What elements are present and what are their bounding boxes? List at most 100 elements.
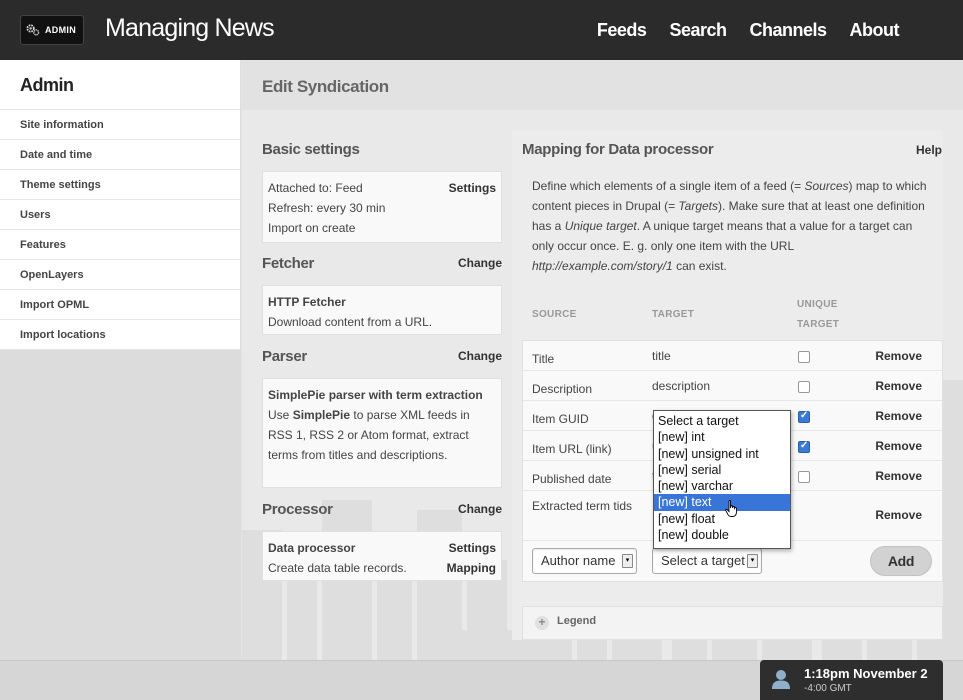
nav-feeds[interactable]: Feeds bbox=[597, 20, 647, 41]
processor-change-link[interactable]: Change bbox=[458, 502, 502, 516]
processor-heading-text: Processor bbox=[262, 501, 333, 518]
sidebar-item-date-and-time[interactable]: Date and time bbox=[0, 140, 240, 170]
chevron-down-icon: ▾ bbox=[747, 554, 758, 568]
sidebar-item-features[interactable]: Features bbox=[0, 230, 240, 260]
parser-desc: Use SimplePie to parse XML feeds in RSS … bbox=[268, 405, 496, 465]
fetcher-heading: Fetcher Change bbox=[262, 255, 502, 272]
processor-mapping-link[interactable]: Mapping bbox=[447, 558, 496, 578]
table-row: Title title Remove bbox=[523, 341, 942, 371]
parser-use-text: Use bbox=[268, 408, 290, 422]
column-unique-2: TARGET bbox=[797, 319, 840, 330]
user-icon bbox=[772, 670, 790, 689]
logo-text: ADMIN bbox=[45, 25, 76, 35]
sidebar-title: Admin bbox=[0, 60, 240, 110]
expand-plus-icon[interactable]: + bbox=[535, 616, 549, 630]
processor-heading: Processor Change bbox=[262, 501, 502, 518]
nav-channels[interactable]: Channels bbox=[749, 20, 827, 41]
table-row: Description description Remove bbox=[523, 371, 942, 401]
basic-settings-heading: Basic settings bbox=[262, 141, 360, 158]
column-unique-1: UNIQUE bbox=[797, 299, 838, 310]
page-title: Edit Syndication bbox=[262, 77, 389, 96]
parser-heading-text: Parser bbox=[262, 348, 307, 365]
fetcher-panel: HTTP Fetcher Download content from a URL… bbox=[262, 285, 502, 335]
parser-name: SimplePie parser with term extraction bbox=[268, 388, 483, 402]
legend-panel[interactable]: + Legend bbox=[522, 606, 943, 640]
mapping-description: Define which elements of a single item o… bbox=[532, 179, 927, 273]
dropdown-option[interactable]: [new] double bbox=[654, 527, 790, 543]
row-source: Item GUID bbox=[532, 412, 589, 426]
add-source-select[interactable]: Author name ▾ bbox=[532, 548, 637, 574]
chevron-down-icon: ▾ bbox=[622, 554, 633, 568]
hand-cursor-icon bbox=[725, 500, 737, 517]
row-target: description bbox=[652, 379, 711, 393]
sidebar-item-openlayers[interactable]: OpenLayers bbox=[0, 260, 240, 290]
fetcher-name: HTTP Fetcher bbox=[268, 295, 346, 309]
unique-checkbox[interactable] bbox=[798, 410, 810, 423]
add-target-value: Select a target bbox=[661, 553, 745, 568]
dropdown-option[interactable]: Select a target bbox=[654, 413, 790, 429]
nav-about[interactable]: About bbox=[850, 20, 900, 41]
sidebar-item-import-locations[interactable]: Import locations bbox=[0, 320, 240, 350]
processor-panel: Data processor Settings Create data tabl… bbox=[262, 531, 502, 581]
processor-name: Data processor bbox=[268, 541, 356, 555]
add-source-value: Author name bbox=[541, 553, 616, 568]
dropdown-option[interactable]: [new] varchar bbox=[654, 478, 790, 494]
fetcher-heading-text: Fetcher bbox=[262, 255, 315, 272]
legend-toggle[interactable]: Legend bbox=[557, 615, 596, 627]
processor-settings-link[interactable]: Settings bbox=[449, 538, 496, 558]
unique-checkbox[interactable] bbox=[798, 440, 810, 453]
mapping-heading: Mapping for Data processor bbox=[522, 141, 714, 158]
row-source: Published date bbox=[532, 472, 612, 486]
admin-logo[interactable]: ADMIN bbox=[20, 15, 84, 45]
parser-panel: SimplePie parser with term extraction Us… bbox=[262, 378, 502, 488]
sidebar-item-users[interactable]: Users bbox=[0, 200, 240, 230]
dropdown-option[interactable]: [new] float bbox=[654, 511, 790, 527]
remove-button[interactable]: Remove bbox=[875, 379, 922, 393]
dropdown-option[interactable]: [new] unsigned int bbox=[654, 446, 790, 462]
remove-button[interactable]: Remove bbox=[875, 439, 922, 453]
admin-sidebar: Admin Site information Date and time The… bbox=[0, 60, 241, 350]
parser-change-link[interactable]: Change bbox=[458, 349, 502, 363]
dropdown-option[interactable]: [new] serial bbox=[654, 462, 790, 478]
clock-timezone: -4:00 GMT bbox=[804, 683, 852, 694]
sidebar-item-theme-settings[interactable]: Theme settings bbox=[0, 170, 240, 200]
remove-button[interactable]: Remove bbox=[875, 508, 922, 522]
unique-checkbox[interactable] bbox=[798, 471, 810, 483]
row-source: Title bbox=[532, 352, 555, 366]
row-source: Description bbox=[532, 382, 593, 396]
main-nav: Feeds Search Channels About bbox=[574, 20, 900, 41]
dropdown-option-highlighted[interactable]: [new] text bbox=[654, 494, 790, 511]
basic-settings-panel: Attached to: Feed Settings Refresh: ever… bbox=[262, 171, 502, 243]
row-source: Item URL (link) bbox=[532, 442, 612, 456]
parser-heading: Parser Change bbox=[262, 348, 502, 365]
basic-settings-link[interactable]: Settings bbox=[449, 178, 496, 198]
gears-icon bbox=[26, 24, 40, 36]
refresh-interval: Refresh: every 30 min bbox=[268, 201, 386, 215]
column-target: TARGET bbox=[652, 309, 695, 320]
row-source: Extracted term tids bbox=[532, 499, 633, 513]
simplepie-link[interactable]: SimplePie bbox=[293, 408, 350, 422]
target-dropdown-list: Select a target [new] int [new] unsigned… bbox=[653, 410, 791, 549]
import-on-create: Import on create bbox=[268, 221, 356, 235]
site-name[interactable]: Managing News bbox=[105, 14, 275, 43]
add-target-select[interactable]: Select a target ▾ bbox=[652, 548, 762, 574]
row-target: title bbox=[652, 349, 671, 363]
add-button[interactable]: Add bbox=[870, 546, 932, 576]
column-source: SOURCE bbox=[532, 309, 577, 320]
fetcher-desc: Download content from a URL. bbox=[268, 315, 433, 329]
unique-checkbox[interactable] bbox=[798, 381, 810, 393]
clock-time: 1:18pm November 2 bbox=[804, 666, 928, 681]
sidebar-item-site-information[interactable]: Site information bbox=[0, 110, 240, 140]
remove-button[interactable]: Remove bbox=[875, 409, 922, 423]
help-link[interactable]: Help bbox=[916, 143, 942, 157]
sidebar-background bbox=[0, 350, 241, 660]
header-bar: ADMIN Managing News Feeds Search Channel… bbox=[0, 0, 963, 60]
unique-checkbox[interactable] bbox=[798, 351, 810, 363]
dropdown-option[interactable]: [new] int bbox=[654, 429, 790, 445]
nav-search[interactable]: Search bbox=[669, 20, 727, 41]
remove-button[interactable]: Remove bbox=[875, 349, 922, 363]
remove-button[interactable]: Remove bbox=[875, 469, 922, 483]
fetcher-change-link[interactable]: Change bbox=[458, 256, 502, 270]
clock-widget[interactable]: 1:18pm November 2 -4:00 GMT bbox=[760, 660, 943, 700]
sidebar-item-import-opml[interactable]: Import OPML bbox=[0, 290, 240, 320]
